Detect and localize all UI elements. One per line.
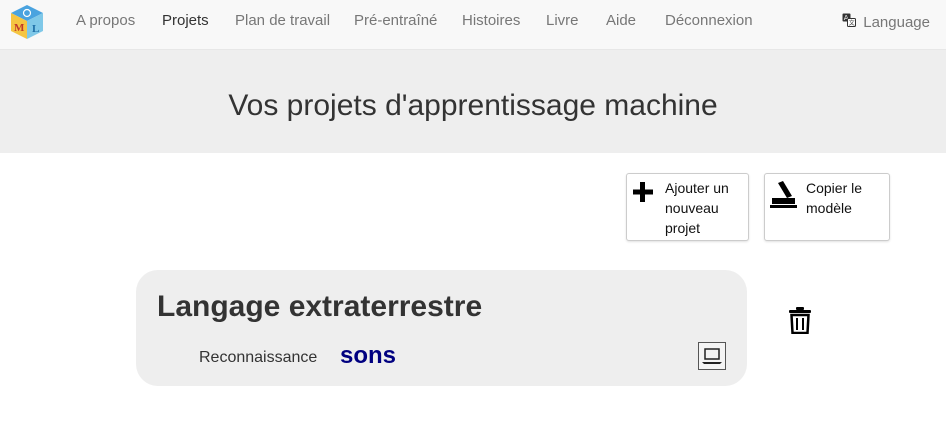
copy-template-label: Copier le modèle [806, 180, 863, 216]
laptop-icon [698, 342, 726, 370]
nav-pretrained[interactable]: Pré-entraîné [354, 12, 437, 30]
nav-about[interactable]: A propos [76, 12, 135, 30]
language-label: Language [863, 13, 930, 31]
add-project-label: Ajouter un nouveau projet [665, 180, 729, 236]
project-title: Langage extraterrestre [157, 290, 483, 323]
stamp-icon [769, 180, 799, 215]
nav-projects[interactable]: Projets [162, 12, 209, 30]
nav-worksheets[interactable]: Plan de travail [235, 12, 330, 30]
app-logo-icon[interactable]: M L [8, 3, 46, 41]
project-type: Reconnaissance [199, 349, 318, 366]
svg-text:文: 文 [849, 19, 855, 27]
nav-stories[interactable]: Histoires [462, 12, 520, 30]
translate-icon: A 文 [842, 13, 857, 31]
page-title: Vos projets d'apprentissage machine [228, 89, 718, 122]
language-selector[interactable]: A 文 Language [842, 13, 930, 31]
project-card[interactable]: Langage extraterrestre Reconnaissance so… [136, 270, 747, 386]
copy-template-button[interactable]: Copier le modèle [764, 173, 890, 241]
nav-book[interactable]: Livre [546, 12, 579, 30]
svg-text:M: M [14, 22, 25, 34]
plus-icon [631, 180, 655, 209]
nav-logout[interactable]: Déconnexion [665, 12, 753, 30]
navbar: M L A propos Projets Plan de travail Pré… [0, 0, 946, 50]
nav-help[interactable]: Aide [606, 12, 636, 30]
add-project-button[interactable]: Ajouter un nouveau projet [626, 173, 749, 241]
svg-text:L: L [32, 23, 39, 35]
trash-icon[interactable] [788, 306, 812, 339]
page-header: Vos projets d'apprentissage machine [0, 50, 946, 153]
project-mode: sons [340, 342, 397, 369]
